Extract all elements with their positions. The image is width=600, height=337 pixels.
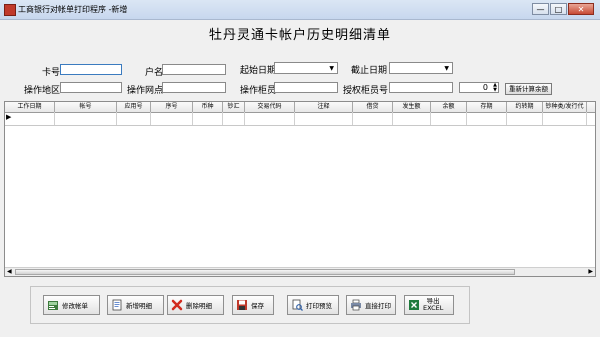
row-indicator-icon: ▶ xyxy=(6,113,12,121)
app-icon xyxy=(4,4,16,16)
edit-statement-label: 修改帐单 xyxy=(62,302,88,310)
auth-teller-input[interactable] xyxy=(389,82,453,93)
amount-stepper[interactable]: 0 ▲ ▼ xyxy=(459,82,499,93)
window-title: 工商银行对帐单打印程序 -新增 xyxy=(18,5,128,14)
export-excel-button[interactable]: 导出 EXCEL xyxy=(404,295,454,315)
printer-icon xyxy=(351,299,361,311)
amount-stepper-value: 0 xyxy=(482,83,488,92)
print-preview-icon xyxy=(292,299,303,311)
column-header[interactable]: 币种 xyxy=(193,102,223,112)
new-detail-button[interactable]: 新增明细 xyxy=(107,295,164,315)
column-header[interactable]: 交易代码 xyxy=(245,102,295,112)
new-detail-label: 新增明细 xyxy=(126,302,152,310)
save-disk-icon xyxy=(237,300,247,310)
op-branch-input[interactable] xyxy=(162,82,226,93)
table-cell[interactable] xyxy=(353,112,393,125)
column-header[interactable]: 借贷 xyxy=(353,102,393,112)
close-button[interactable]: ✕ xyxy=(568,3,594,15)
table-cell[interactable] xyxy=(543,112,587,125)
table-cell[interactable] xyxy=(393,112,431,125)
card-no-label: 卡号 xyxy=(42,68,61,78)
window-controls: — □ ✕ xyxy=(532,3,594,15)
save-label: 保存 xyxy=(251,302,264,310)
excel-icon xyxy=(409,300,419,310)
card-no-input[interactable] xyxy=(60,64,122,75)
op-teller-input[interactable] xyxy=(274,82,338,93)
table-cell[interactable] xyxy=(295,112,353,125)
window-titlebar[interactable]: 工商银行对帐单打印程序 -新增 — □ ✕ xyxy=(0,0,600,20)
start-date-label: 起始日期 xyxy=(240,66,277,76)
column-header[interactable]: 约转期 xyxy=(507,102,543,112)
start-date-picker[interactable]: ▼ xyxy=(274,62,338,74)
delete-detail-button[interactable]: 删除明细 xyxy=(167,295,224,315)
table-row[interactable] xyxy=(5,112,595,126)
chevron-down-icon: ▼ xyxy=(444,65,449,72)
scroll-thumb[interactable] xyxy=(15,269,515,275)
table-cell[interactable] xyxy=(151,112,193,125)
horizontal-scrollbar[interactable]: ◀ ▶ xyxy=(5,267,595,276)
op-region-input[interactable] xyxy=(60,82,122,93)
account-name-input[interactable] xyxy=(162,64,226,75)
stepper-arrows-icon[interactable]: ▲ ▼ xyxy=(493,83,497,93)
table-cell[interactable] xyxy=(223,112,245,125)
column-header[interactable]: 应用号 xyxy=(117,102,151,112)
op-teller-label: 操作柜员 xyxy=(240,86,277,96)
recalc-balance-button[interactable]: 重新计算余额 xyxy=(505,83,552,95)
op-branch-label: 操作网点 xyxy=(127,86,164,96)
column-header[interactable]: 发生额 xyxy=(393,102,431,112)
new-doc-icon xyxy=(112,299,122,311)
delete-x-icon xyxy=(171,299,183,311)
column-header[interactable]: 余额 xyxy=(431,102,467,112)
minimize-button[interactable]: — xyxy=(532,3,549,15)
column-header[interactable]: 注释 xyxy=(295,102,353,112)
table-cell[interactable] xyxy=(467,112,507,125)
auth-teller-label: 授权柜员号 xyxy=(343,86,389,96)
edit-statement-button[interactable]: 修改帐单 xyxy=(43,295,100,315)
direct-print-button[interactable]: 直接打印 xyxy=(346,295,396,315)
scroll-left-icon[interactable]: ◀ xyxy=(7,268,12,276)
column-header[interactable]: 利息 xyxy=(587,102,595,112)
restore-button[interactable]: □ xyxy=(550,3,567,15)
scroll-right-icon[interactable]: ▶ xyxy=(588,268,593,276)
detail-grid[interactable]: 工作日期 帐号 应用号 序号 币种 钞汇 交易代码 注释 借贷 发生额 余额 存期 约转期 钞种类/发行代… xyxy=(4,101,596,277)
end-date-picker[interactable]: ▼ xyxy=(389,62,453,74)
column-header[interactable]: 工作日期 xyxy=(5,102,55,112)
column-header[interactable]: 序号 xyxy=(151,102,193,112)
column-header[interactable]: 帐号 xyxy=(55,102,117,112)
report-title: 牡丹灵通卡帐户历史明细清单 xyxy=(208,28,391,43)
direct-print-label: 直接打印 xyxy=(365,302,391,310)
save-button[interactable]: 保存 xyxy=(232,295,274,315)
export-excel-label: 导出 EXCEL xyxy=(423,297,444,312)
table-cell[interactable] xyxy=(507,112,543,125)
table-cell[interactable] xyxy=(587,112,595,125)
table-cell[interactable] xyxy=(55,112,117,125)
end-date-label: 截止日期 xyxy=(351,66,388,76)
print-preview-button[interactable]: 打印预览 xyxy=(287,295,339,315)
edit-form-icon xyxy=(48,301,58,310)
print-preview-label: 打印预览 xyxy=(306,302,332,310)
op-region-label: 操作地区 xyxy=(24,86,61,96)
table-cell[interactable] xyxy=(193,112,223,125)
table-cell[interactable] xyxy=(245,112,295,125)
delete-detail-label: 删除明细 xyxy=(186,302,212,310)
table-cell[interactable] xyxy=(431,112,467,125)
column-header[interactable]: 存期 xyxy=(467,102,507,112)
column-header[interactable]: 钞汇 xyxy=(223,102,245,112)
table-cell[interactable] xyxy=(5,112,55,125)
table-cell[interactable] xyxy=(117,112,151,125)
account-name-label: 户名 xyxy=(145,68,164,78)
column-header[interactable]: 钞种类/发行代 xyxy=(543,102,587,112)
chevron-down-icon: ▼ xyxy=(329,65,334,72)
